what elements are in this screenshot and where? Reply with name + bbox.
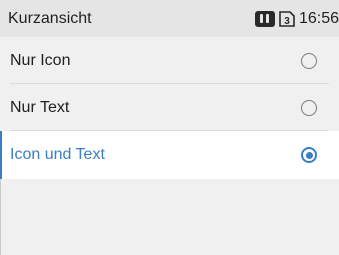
sim-card-icon — [254, 10, 275, 27]
status-bar: Kurzansicht 3 16:56 — [0, 0, 339, 37]
sim-3-icon: 3 — [278, 10, 296, 28]
radio-button[interactable] — [301, 99, 317, 116]
option-nur-text[interactable]: Nur Text — [0, 84, 339, 131]
radio-button-selected[interactable] — [301, 147, 317, 163]
option-icon-und-text[interactable]: Icon und Text — [0, 131, 339, 179]
option-nur-icon[interactable]: Nur Icon — [0, 37, 339, 84]
option-label: Nur Icon — [10, 51, 71, 69]
status-indicators: 3 16:56 — [254, 0, 339, 37]
status-time: 16:56 — [298, 10, 339, 27]
selection-indicator — [0, 131, 2, 179]
option-label: Nur Text — [10, 98, 70, 116]
page-title: Kurzansicht — [8, 10, 92, 27]
radio-button[interactable] — [301, 52, 317, 69]
option-label: Icon und Text — [10, 146, 105, 163]
sim-3-label: 3 — [284, 16, 290, 27]
view-mode-options: Nur Icon Nur Text Icon und Text — [0, 37, 339, 179]
